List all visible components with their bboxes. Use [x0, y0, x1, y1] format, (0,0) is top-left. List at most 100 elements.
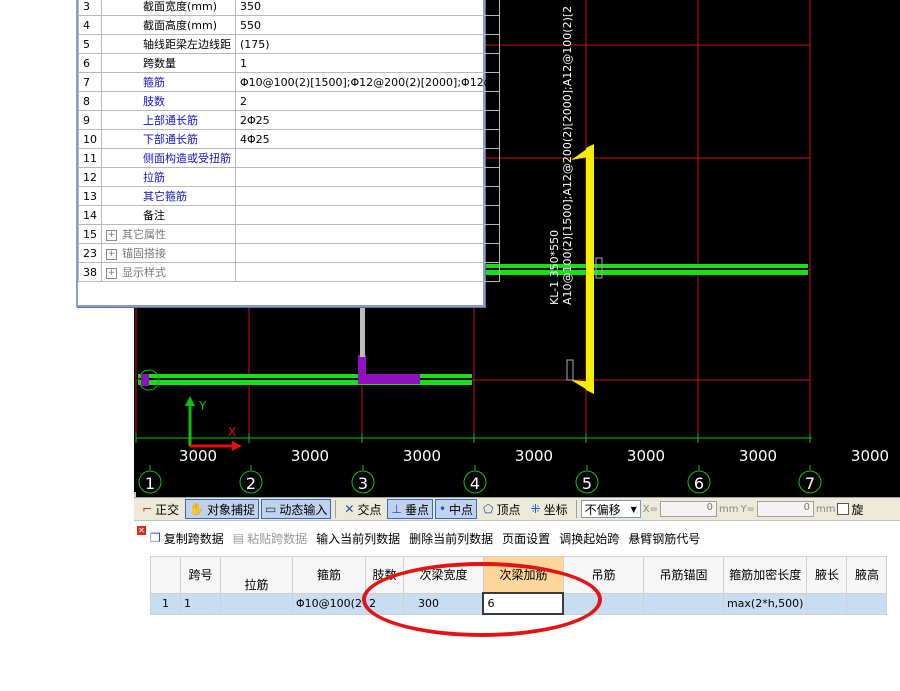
column-mark-3[interactable]	[358, 374, 420, 384]
property-value[interactable]: 1	[235, 53, 500, 73]
rotate-checkbox[interactable]	[837, 503, 850, 515]
property-name: 侧面构造或受扭筋	[101, 148, 236, 168]
property-row-number: 8	[78, 91, 102, 111]
property-value[interactable]	[235, 148, 500, 168]
beam-upper-inner-line	[480, 268, 808, 270]
object-snap-icon: ✋	[189, 502, 205, 516]
perpendicular-snap-button[interactable]: ⊥ 垂点	[387, 499, 433, 519]
cell-hanger-anchor[interactable]	[642, 592, 724, 615]
paste-span-button[interactable]: ▤ 粘贴跨数据	[233, 530, 307, 547]
property-row[interactable]: 3 截面宽度(mm) 350	[78, 0, 500, 16]
swap-start-button[interactable]: 调换起始跨	[559, 530, 619, 547]
object-snap-button[interactable]: ✋ 对象捕捉	[185, 499, 260, 519]
dimension-text: 3000	[291, 447, 329, 465]
col-header-haunch-h[interactable]: 腋高	[846, 556, 888, 594]
property-row-number: 14	[78, 205, 102, 225]
snap-toolbar: ⌐ 正交 ✋ 对象捕捉 ▭ 动态输入 ✕ 交点 ⊥ 垂点 • 中点 ⬠ 顶点 ⁜ 坐标 不偏移 ▼…	[134, 497, 900, 521]
property-row[interactable]: 4 截面高度(mm) 550	[78, 15, 500, 35]
property-name: 下部通长筋	[101, 129, 236, 149]
property-row[interactable]: 6 跨数量 1	[78, 53, 500, 73]
expand-plus-icon[interactable]: +	[106, 267, 117, 279]
property-name: 备注	[101, 205, 236, 225]
property-value[interactable]	[235, 243, 500, 263]
property-row-number: 13	[78, 186, 102, 206]
property-row[interactable]: 7 箍筋 Φ10@100(2)[1500];Φ12@200(2)[2000];Φ12…	[78, 72, 500, 92]
expand-plus-icon[interactable]: +	[106, 229, 117, 241]
dynamic-input-button[interactable]: ▭ 动态输入	[261, 499, 332, 519]
vertex-snap-button[interactable]: ⬠ 顶点	[479, 499, 524, 519]
col-header-densify-len[interactable]: 箍筋加密长度	[722, 556, 808, 594]
copy-span-button[interactable]: ❐ 复制跨数据	[150, 530, 224, 547]
coordinate-snap-button[interactable]: ⁜ 坐标	[527, 499, 572, 519]
property-row[interactable]: 14 备注	[78, 205, 500, 225]
midpoint-snap-button[interactable]: • 中点	[434, 499, 478, 519]
property-row[interactable]: 13 其它箍筋	[78, 186, 500, 206]
y-offset-input[interactable]: 0	[756, 501, 814, 517]
col-header-span-no[interactable]: 跨号	[180, 556, 221, 594]
cantilever-code-button[interactable]: 悬臂钢筋代号	[628, 530, 700, 547]
col-header-hanger-anchor[interactable]: 吊筋锚固	[642, 556, 724, 594]
property-row[interactable]: 38 + 显示样式	[78, 262, 500, 282]
property-value[interactable]: 2Φ25	[235, 110, 500, 130]
column-mark-1[interactable]	[141, 374, 149, 386]
span-ops-toolbar: ❐ 复制跨数据 ▤ 粘贴跨数据 输入当前列数据 删除当前列数据 页面设置 调换起始跨…	[150, 528, 700, 548]
coordinate-icon: ⁜	[530, 502, 541, 516]
property-value[interactable]	[235, 186, 500, 206]
property-row[interactable]: 8 肢数 2	[78, 91, 500, 111]
property-value[interactable]: 2	[235, 91, 500, 111]
property-value[interactable]	[235, 205, 500, 225]
cell-haunch-len[interactable]	[806, 592, 848, 615]
property-row[interactable]: 9 上部通长筋 2Φ25	[78, 110, 500, 130]
expand-plus-icon[interactable]: +	[106, 248, 117, 260]
property-value[interactable]: 4Φ25	[235, 129, 500, 149]
cell-tie-bar[interactable]	[220, 592, 293, 615]
property-value[interactable]: 350	[235, 0, 500, 16]
page-setup-button[interactable]: 页面设置	[502, 530, 550, 547]
col-header-haunch-len[interactable]: 腋长	[806, 556, 848, 594]
property-row[interactable]: 11 侧面构造或受扭筋	[78, 148, 500, 168]
property-row-number: 7	[78, 72, 102, 92]
intersection-snap-button[interactable]: ✕ 交点	[340, 499, 385, 519]
property-row[interactable]: 12 拉筋	[78, 167, 500, 187]
selected-beam-yellow[interactable]	[586, 144, 594, 394]
midpoint-icon: •	[438, 502, 447, 516]
cell-span-no[interactable]: 1	[180, 592, 221, 615]
property-name-text: 显示样式	[122, 266, 166, 279]
property-value[interactable]: (175)	[235, 34, 500, 54]
property-value[interactable]	[235, 167, 500, 187]
offset-mode-select[interactable]: 不偏移 ▼	[580, 500, 641, 518]
x-unit: mm	[718, 503, 739, 515]
y-unit: mm	[815, 503, 836, 515]
axis-number: 7	[805, 474, 815, 493]
delete-column-button[interactable]: 删除当前列数据	[409, 530, 493, 547]
property-name: 轴线距梁左边线距	[101, 34, 236, 54]
col-header-stirrup[interactable]: 箍筋	[292, 556, 366, 594]
property-value[interactable]: 550	[235, 15, 500, 35]
input-column-button[interactable]: 输入当前列数据	[316, 530, 400, 547]
copy-icon: ❐	[150, 531, 161, 545]
property-value[interactable]	[235, 224, 500, 244]
properties-panel[interactable]: 3 截面宽度(mm) 350 4 截面高度(mm) 550 5 轴线距梁左边线距 (175) 6 跨…	[76, 0, 500, 307]
property-name-text: 侧面构造或受扭筋	[143, 152, 231, 165]
property-row[interactable]: 10 下部通长筋 4Φ25	[78, 129, 500, 149]
cell-haunch-h[interactable]	[846, 592, 888, 615]
property-value[interactable]: Φ10@100(2)[1500];Φ12@200(2)[2000];Φ12@	[235, 72, 500, 92]
property-row-number: 6	[78, 53, 102, 73]
property-name-text: 其它属性	[122, 228, 166, 241]
property-row[interactable]: 23 + 锚固搭接	[78, 243, 500, 263]
cell-densify-len[interactable]: max(2*h,500)	[722, 592, 808, 615]
property-name: 上部通长筋	[101, 110, 236, 130]
property-row[interactable]: 15 + 其它属性	[78, 224, 500, 244]
axis-number: 5	[582, 474, 592, 493]
property-name: 其它箍筋	[101, 186, 236, 206]
close-icon[interactable]: ✕	[137, 526, 146, 535]
x-offset-input[interactable]: 0	[659, 501, 717, 517]
col-header-tie-bar[interactable]: 拉筋	[220, 556, 293, 594]
property-value[interactable]	[235, 262, 500, 282]
cell-stirrup[interactable]: Φ10@100(2	[292, 592, 366, 615]
property-row[interactable]: 5 轴线距梁左边线距 (175)	[78, 34, 500, 54]
intersection-icon: ✕	[344, 502, 355, 516]
ortho-icon: ⌐	[142, 502, 153, 516]
ortho-button[interactable]: ⌐ 正交	[138, 499, 183, 519]
property-row-number: 10	[78, 129, 102, 149]
